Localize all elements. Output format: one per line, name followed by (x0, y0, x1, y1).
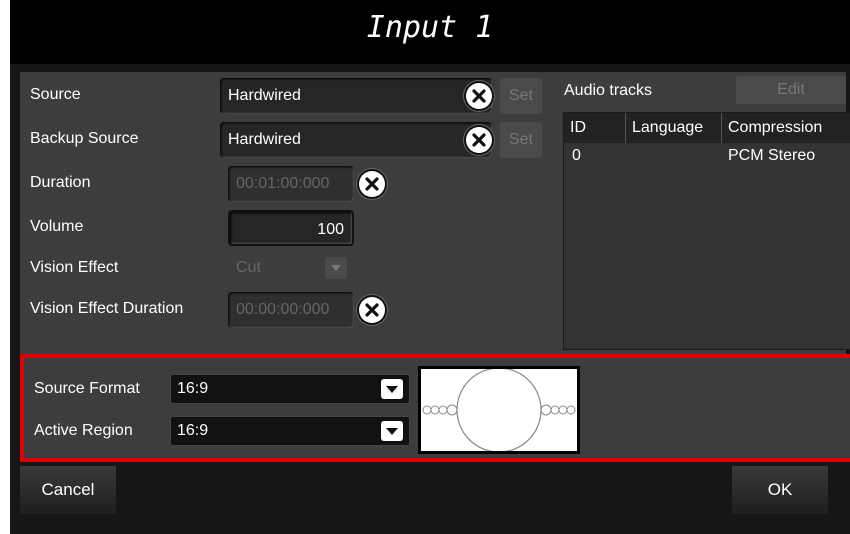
cancel-button[interactable]: Cancel (20, 466, 116, 514)
volume-label: Volume (30, 218, 84, 235)
volume-field[interactable]: 100 (228, 210, 354, 246)
ok-button[interactable]: OK (732, 466, 828, 514)
aspect-preview-image (418, 366, 580, 454)
vision-effect-duration-label: Vision Effect Duration (30, 300, 184, 317)
duration-field[interactable]: 00:01:00:000 (228, 166, 354, 202)
backup-source-label: Backup Source (30, 130, 139, 147)
source-field[interactable]: Hardwired (220, 78, 492, 114)
source-format-label: Source Format (34, 380, 140, 397)
dialog-title: Input 1 (366, 10, 494, 45)
duration-label: Duration (30, 174, 91, 191)
audio-row-compression[interactable]: PCM Stereo (728, 147, 815, 165)
vision-effect-dropdown-icon[interactable] (325, 257, 347, 279)
backup-source-set-button[interactable]: Set (500, 122, 542, 158)
input-dialog: Input 1 Source Hardwired Set Backup Sour… (10, 0, 850, 534)
title-bar: Input 1 (10, 0, 850, 64)
active-region-value: 16:9 (177, 422, 209, 439)
audio-row-id[interactable]: 0 (572, 147, 581, 165)
clear-source-icon[interactable] (466, 83, 492, 109)
column-header-language[interactable]: Language (626, 113, 722, 143)
clear-backup-source-icon[interactable] (466, 127, 492, 153)
column-header-compression[interactable]: Compression (722, 113, 850, 143)
audio-edit-button[interactable]: Edit (736, 76, 846, 104)
aspect-preview-graphic (422, 367, 576, 453)
source-set-button[interactable]: Set (500, 78, 542, 114)
audio-tracks-title: Audio tracks (564, 82, 653, 99)
source-format-select[interactable]: 16:9 (170, 374, 410, 404)
source-format-dropdown-icon[interactable] (381, 379, 403, 399)
vision-effect-duration-field[interactable]: 00:00:00:000 (228, 292, 354, 328)
source-label: Source (30, 86, 81, 103)
clear-vision-effect-duration-icon[interactable] (359, 297, 385, 323)
input-settings-panel: Source Hardwired Set Backup Source Hardw… (20, 72, 850, 354)
format-highlight-box: Source Format 16:9 Active Region 16:9 (20, 354, 850, 462)
vision-effect-label: Vision Effect (30, 259, 119, 276)
clear-duration-icon[interactable] (359, 171, 385, 197)
active-region-label: Active Region (34, 422, 133, 439)
active-region-select[interactable]: 16:9 (170, 416, 410, 446)
backup-source-field[interactable]: Hardwired (220, 122, 492, 158)
column-header-id[interactable]: ID (564, 113, 626, 143)
active-region-dropdown-icon[interactable] (381, 421, 403, 441)
audio-tracks-table: ID Language Compression 0 PCM Stereo (563, 112, 850, 350)
source-format-value: 16:9 (177, 380, 209, 397)
